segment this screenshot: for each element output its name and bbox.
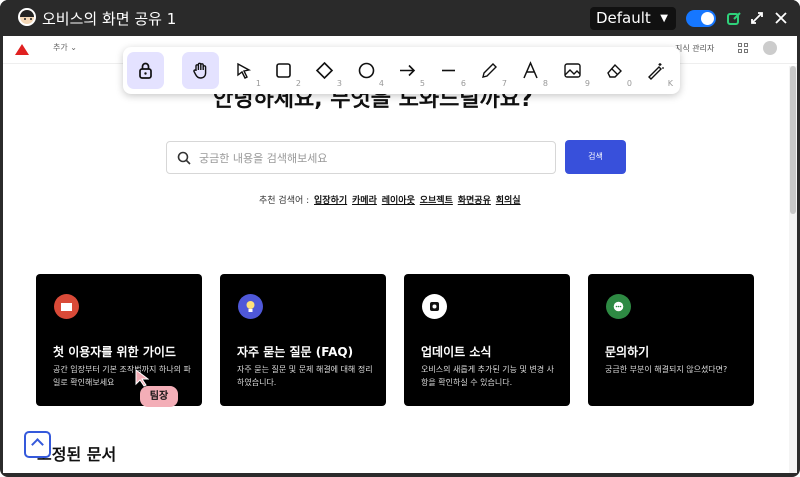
arrow-right-icon	[400, 64, 416, 77]
chevron-up-icon	[31, 438, 44, 451]
chevron-down-icon: ▼	[660, 13, 668, 24]
shared-screen: 추가 ⌄ 지식 관리자 안녕하세요, 무엇을 도와드릴까요? 검색 추천 검색어…	[3, 36, 797, 473]
grid-cell	[738, 49, 742, 53]
remote-cursor-icon	[135, 369, 149, 387]
tool-ellipse[interactable]: 4	[348, 52, 385, 89]
pencil-icon	[482, 63, 497, 78]
title-bar: 오비스의 화면 공유 1 Default ▼	[0, 0, 800, 36]
toggle-knob	[701, 12, 714, 25]
line-icon	[442, 69, 455, 72]
preset-label: Default	[596, 9, 651, 27]
shortcut-key: 2	[295, 79, 301, 88]
circle-icon	[358, 62, 375, 79]
grid-cell	[738, 43, 742, 47]
profile-icon[interactable]	[763, 41, 777, 55]
grid-cell	[744, 49, 748, 53]
preset-dropdown[interactable]: Default ▼	[590, 7, 676, 30]
keyword-link[interactable]: 입장하기	[314, 196, 347, 206]
card-faq[interactable]: 자주 묻는 질문 (FAQ) 자주 묻는 질문 및 문제 해결에 대해 정리하였…	[220, 274, 386, 406]
magic-wand-icon	[648, 63, 664, 80]
tool-line[interactable]: 6	[430, 52, 467, 89]
lock-icon	[139, 62, 152, 79]
drawing-toolbar: 1 2 3 4 5 6 7 8 9 0 K	[123, 47, 680, 94]
tool-image[interactable]: 9	[554, 52, 591, 89]
shortcut-key: 4	[378, 79, 384, 88]
shortcut-key: 3	[336, 79, 342, 88]
hand-icon	[193, 62, 207, 79]
user-avatar	[18, 8, 36, 26]
card-description: 오비스의 새롭게 추가된 기능 및 변경 사항을 확인하실 수 있습니다.	[421, 365, 555, 387]
keyword-link[interactable]: 회의실	[496, 196, 521, 206]
add-menu[interactable]: 추가 ⌄	[53, 42, 77, 53]
expand-icon[interactable]	[748, 9, 766, 27]
card-description: 자주 묻는 질문 및 문제 해결에 대해 정리하였습니다.	[237, 365, 373, 387]
card-guide[interactable]: 첫 이용자를 위한 가이드 공간 입장부터 기본 조작법까지 하나의 파일로 확…	[36, 274, 202, 406]
guide-icon	[54, 294, 79, 319]
search-icon	[177, 151, 191, 165]
card-description: 궁금한 부분이 해결되지 않으셨다면?	[605, 365, 728, 374]
recommend-label: 추천 검색어 :	[259, 196, 310, 206]
edit-icon[interactable]	[725, 9, 743, 27]
grid-cell	[744, 43, 748, 47]
card-updates[interactable]: 업데이트 소식 오비스의 새롭게 추가된 기능 및 변경 사항을 확인하실 수 …	[404, 274, 570, 406]
eraser-icon	[607, 63, 622, 78]
cursor-icon	[237, 62, 252, 79]
card-title: 첫 이용자를 위한 가이드	[53, 345, 176, 359]
chat-icon	[606, 294, 631, 319]
tool-draw[interactable]: 7	[471, 52, 508, 89]
scroll-to-top-button[interactable]	[24, 431, 51, 458]
logo-icon[interactable]	[15, 44, 29, 55]
card-title: 업데이트 소식	[421, 345, 492, 359]
close-icon[interactable]	[772, 9, 790, 27]
tool-select[interactable]: 1	[225, 52, 262, 89]
app-window: 오비스의 화면 공유 1 Default ▼ 추가 ⌄ 지식 관리자 안녕하세요…	[0, 0, 800, 477]
tool-eraser[interactable]: 0	[596, 52, 633, 89]
diamond-icon	[315, 61, 334, 80]
apps-grid-icon[interactable]	[738, 43, 748, 53]
card-title: 자주 묻는 질문 (FAQ)	[237, 345, 354, 359]
shortcut-key: 5	[419, 79, 425, 88]
share-toggle[interactable]	[686, 10, 716, 27]
lightbulb-icon	[238, 294, 263, 319]
scrollbar-thumb[interactable]	[790, 66, 796, 214]
tool-text[interactable]: 8	[512, 52, 549, 89]
tool-lock[interactable]	[127, 52, 164, 89]
tool-magic[interactable]: K	[637, 52, 674, 89]
shortcut-key: 8	[542, 79, 548, 88]
shortcut-key: 0	[626, 79, 632, 88]
cursor-name-tag: 팀장	[140, 386, 178, 407]
update-icon	[422, 294, 447, 319]
shortcut-key: K	[667, 79, 673, 88]
search-button[interactable]: 검색	[565, 140, 626, 174]
add-menu-label: 추가	[53, 43, 68, 52]
recommended-searches: 추천 검색어 : 입장하기 카메라 레이아웃 오브젝트 화면공유 회의실	[259, 193, 521, 206]
card-contact[interactable]: 문의하기 궁금한 부분이 해결되지 않으셨다면?	[588, 274, 754, 406]
shortcut-key: 7	[501, 79, 507, 88]
shortcut-key: 6	[460, 79, 466, 88]
keyword-link[interactable]: 화면공유	[458, 196, 491, 206]
tool-hand[interactable]	[182, 52, 219, 89]
rectangle-icon	[276, 63, 291, 78]
shortcut-key: 1	[255, 79, 261, 88]
shortcut-key: 9	[584, 79, 590, 88]
tool-diamond[interactable]: 3	[306, 52, 343, 89]
search-input[interactable]	[199, 150, 539, 166]
window-title: 오비스의 화면 공유 1	[42, 10, 177, 28]
text-icon	[523, 61, 538, 79]
keyword-link[interactable]: 오브젝트	[420, 196, 453, 206]
tool-arrow[interactable]: 5	[389, 52, 426, 89]
keyword-link[interactable]: 레이아웃	[382, 196, 415, 206]
card-title: 문의하기	[605, 345, 650, 359]
search-box[interactable]	[166, 141, 556, 174]
image-icon	[564, 63, 581, 78]
tool-rectangle[interactable]: 2	[265, 52, 302, 89]
knowledge-admin-link[interactable]: 지식 관리자	[675, 43, 714, 54]
scrollbar[interactable]	[789, 66, 797, 473]
keyword-link[interactable]: 카메라	[352, 196, 377, 206]
